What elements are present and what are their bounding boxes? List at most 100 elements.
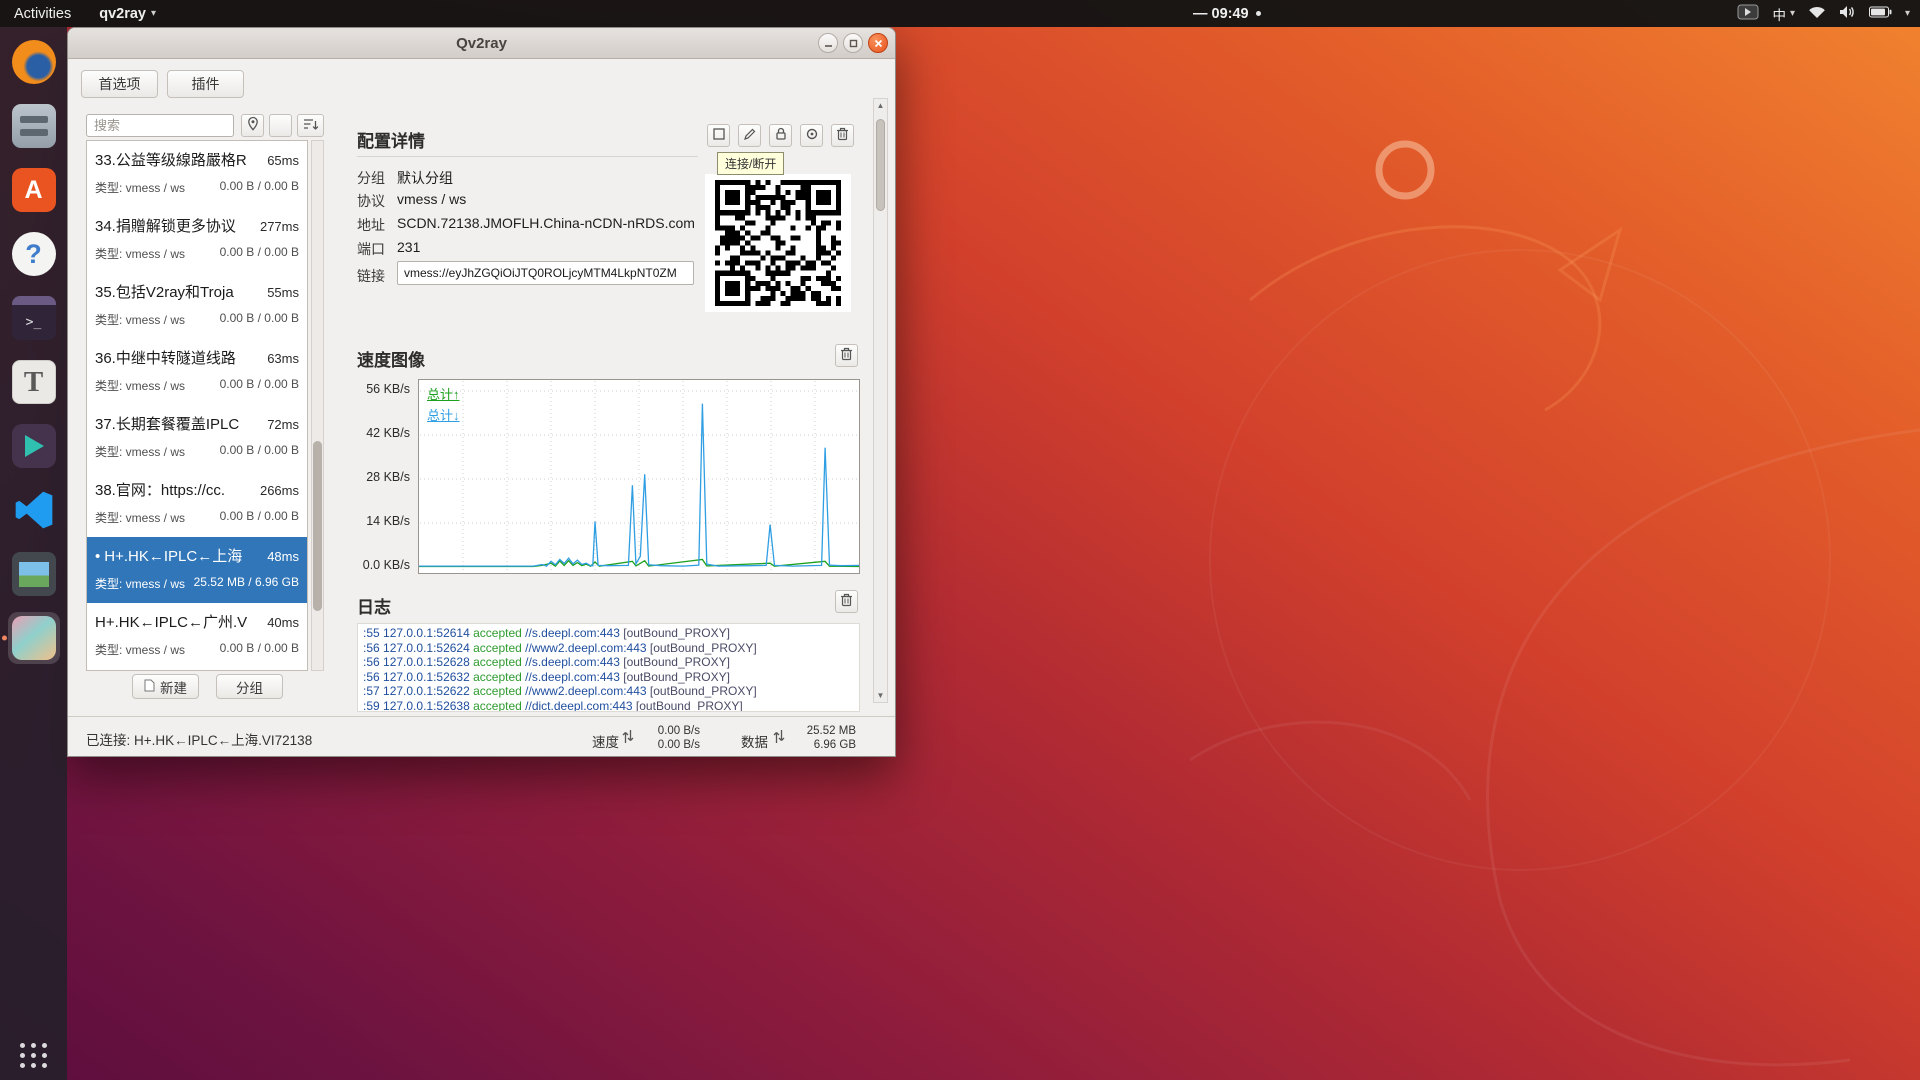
log-line: :56 127.0.0.1:52624 accepted //www2.deep… bbox=[363, 641, 854, 656]
chart-y-tick: 42 KB/s bbox=[366, 426, 410, 440]
log-line: :56 127.0.0.1:52632 accepted //s.deepl.c… bbox=[363, 670, 854, 685]
server-item[interactable]: 35.包括V2ray和Troja55ms类型: vmess / ws0.00 B… bbox=[87, 273, 307, 339]
scrollbar-thumb[interactable] bbox=[876, 119, 885, 211]
log-view[interactable]: :55 127.0.0.1:52614 accepted //s.deepl.c… bbox=[357, 623, 860, 712]
clear-log-button[interactable] bbox=[835, 590, 858, 613]
clear-graph-button[interactable] bbox=[835, 344, 858, 367]
maximize-button[interactable] bbox=[843, 33, 863, 53]
clock[interactable]: — 09:49 bbox=[1193, 0, 1261, 27]
edit-json-button[interactable] bbox=[769, 124, 792, 147]
firefox-icon bbox=[12, 40, 56, 84]
data-values: 25.52 MB 6.96 GB bbox=[792, 724, 856, 752]
chart-legend-item[interactable]: 总计↑ bbox=[427, 384, 460, 403]
qv2ray-icon bbox=[12, 616, 56, 660]
texteditor-icon: T bbox=[12, 360, 56, 404]
connect-icon bbox=[804, 126, 820, 145]
battery-icon[interactable] bbox=[1869, 6, 1892, 22]
software-icon: A bbox=[12, 168, 56, 212]
close-button[interactable] bbox=[868, 33, 888, 53]
port-field-value: 231 bbox=[397, 239, 420, 255]
volume-icon[interactable] bbox=[1839, 5, 1856, 23]
input-method-indicator[interactable]: 中 ▾ bbox=[1772, 4, 1795, 24]
connect-disconnect-button[interactable] bbox=[800, 124, 823, 147]
dock-item-terminal[interactable]: >_ bbox=[8, 292, 60, 344]
new-config-button[interactable]: 新建 bbox=[132, 674, 199, 699]
group-field-value: 默认分组 bbox=[397, 168, 453, 188]
wifi-icon[interactable] bbox=[1808, 5, 1826, 23]
search-input[interactable] bbox=[86, 114, 234, 137]
latency-test-button[interactable] bbox=[241, 114, 264, 137]
dock-item-texteditor[interactable]: T bbox=[8, 356, 60, 408]
dock-item-photos[interactable] bbox=[8, 548, 60, 600]
sort-button[interactable] bbox=[297, 114, 324, 137]
server-item[interactable]: 36.中继中转隧道线路63ms类型: vmess / ws0.00 B / 0.… bbox=[87, 339, 307, 405]
log-section-title: 日志 bbox=[357, 593, 391, 618]
port-field-label: 端口 bbox=[357, 239, 385, 259]
up-down-arrows-icon bbox=[772, 728, 786, 750]
divider bbox=[68, 716, 895, 717]
chart-y-tick: 0.0 KB/s bbox=[363, 558, 410, 572]
protocol-field-value: vmess / ws bbox=[397, 191, 466, 207]
dock-item-software[interactable]: A bbox=[8, 164, 60, 216]
activities-button[interactable]: Activities bbox=[14, 6, 71, 22]
server-item[interactable]: 38.官网：https://cc.266ms类型: vmess / ws0.00… bbox=[87, 471, 307, 537]
notification-dot-icon bbox=[1256, 11, 1261, 16]
dock-item-help[interactable]: ? bbox=[8, 228, 60, 280]
system-menu-chevron-icon[interactable]: ▾ bbox=[1905, 8, 1910, 19]
files-icon bbox=[12, 104, 56, 148]
dock-item-vscode[interactable] bbox=[8, 484, 60, 536]
detail-title: 配置详情 bbox=[357, 127, 425, 152]
stop-button[interactable] bbox=[707, 124, 730, 147]
group-button[interactable]: 分组 bbox=[216, 674, 283, 699]
preferences-button[interactable]: 首选项 bbox=[81, 70, 158, 98]
delete-config-button[interactable] bbox=[831, 124, 854, 147]
share-link-input[interactable] bbox=[397, 261, 694, 285]
plugins-button[interactable]: 插件 bbox=[167, 70, 244, 98]
window-scrollbar[interactable]: ▲ ▼ bbox=[873, 98, 888, 703]
server-item[interactable]: •H+.HK←IPLC←上海48ms类型: vmess / ws25.52 MB… bbox=[87, 537, 307, 603]
log-line: :57 127.0.0.1:52622 accepted //www2.deep… bbox=[363, 684, 854, 699]
location-pin-icon bbox=[245, 116, 261, 135]
help-icon: ? bbox=[12, 232, 56, 276]
up-down-arrows-icon bbox=[621, 728, 635, 750]
group-field-label: 分组 bbox=[357, 168, 385, 188]
terminal-icon: >_ bbox=[12, 296, 56, 340]
top-bar: Activities qv2ray ▾ — 09:49 中 ▾ bbox=[0, 0, 1920, 27]
dock-item-qv2ray[interactable] bbox=[8, 612, 60, 664]
chevron-down-icon: ▾ bbox=[151, 8, 156, 19]
server-item[interactable]: 34.捐贈解锁更多协议277ms类型: vmess / ws0.00 B / 0… bbox=[87, 207, 307, 273]
scroll-down-icon[interactable]: ▼ bbox=[874, 691, 887, 700]
connect-tooltip: 连接/断开 bbox=[717, 152, 784, 175]
chart-y-axis: 56 KB/s42 KB/s28 KB/s14 KB/s0.0 KB/s bbox=[357, 379, 414, 574]
window-title: Qv2ray bbox=[456, 35, 507, 52]
app-menu[interactable]: qv2ray ▾ bbox=[99, 6, 156, 22]
trash-icon bbox=[840, 593, 853, 610]
qv2ray-window: Qv2ray 首选项 插件 bbox=[67, 27, 896, 757]
edit-config-button[interactable] bbox=[738, 124, 761, 147]
trash-icon bbox=[836, 127, 849, 144]
speed-label: 速度 bbox=[592, 731, 619, 751]
scroll-up-icon[interactable]: ▲ bbox=[874, 101, 887, 110]
minimize-button[interactable] bbox=[818, 33, 838, 53]
window-titlebar[interactable]: Qv2ray bbox=[68, 28, 895, 59]
screen-record-indicator-icon[interactable] bbox=[1737, 4, 1759, 24]
dock-item-firefox[interactable] bbox=[8, 36, 60, 88]
chart-y-tick: 28 KB/s bbox=[366, 470, 410, 484]
server-list: 33.公益等级線路嚴格R65ms类型: vmess / ws0.00 B / 0… bbox=[86, 140, 308, 671]
scrollbar-thumb[interactable] bbox=[313, 441, 322, 611]
show-applications-button[interactable] bbox=[20, 1043, 48, 1068]
chart-legend-item[interactable]: 总计↓ bbox=[427, 405, 460, 424]
new-document-icon bbox=[144, 679, 155, 695]
log-line: :59 127.0.0.1:52638 accepted //dict.deep… bbox=[363, 699, 854, 712]
server-item[interactable]: 37.长期套餐覆盖IPLC72ms类型: vmess / ws0.00 B / … bbox=[87, 405, 307, 471]
dock: A? >_ T bbox=[0, 27, 67, 1080]
blank-toggle-button[interactable] bbox=[269, 114, 292, 137]
speed-section-title: 速度图像 bbox=[357, 346, 425, 371]
sort-icon bbox=[302, 116, 319, 135]
server-item[interactable]: 33.公益等级線路嚴格R65ms类型: vmess / ws0.00 B / 0… bbox=[87, 141, 307, 207]
server-item[interactable]: H+.HK←IPLC←广州.V40ms类型: vmess / ws0.00 B … bbox=[87, 603, 307, 669]
dock-item-files[interactable] bbox=[8, 100, 60, 152]
dock-item-media[interactable] bbox=[8, 420, 60, 472]
qr-code bbox=[705, 174, 851, 312]
server-list-scrollbar[interactable] bbox=[311, 140, 324, 671]
